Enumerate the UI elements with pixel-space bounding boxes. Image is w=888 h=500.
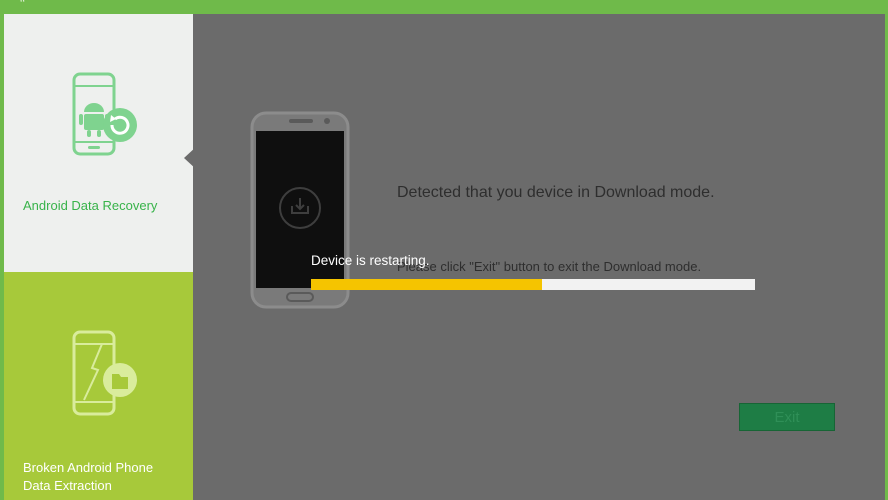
sidebar-item-label: Android Data Recovery xyxy=(23,198,158,213)
main-panel: Detected that you device in Download mod… xyxy=(193,14,885,500)
exit-hint-text: Please click "Exit" button to exit the D… xyxy=(397,259,702,274)
android-recovery-icon xyxy=(68,72,140,167)
progress-bar-fill xyxy=(311,279,542,290)
progress-status-text: Device is restarting. xyxy=(311,253,430,268)
detect-message: Detected that you device in Download mod… xyxy=(397,184,715,201)
broken-phone-icon xyxy=(68,330,140,425)
sidebar: Android Data Recovery Broken Android Pho… xyxy=(4,14,197,500)
title-bar: ʻʻ xyxy=(0,0,888,14)
sidebar-item-broken-android-phone[interactable]: Broken Android Phone Data Extraction xyxy=(4,272,193,500)
sidebar-item-android-data-recovery[interactable]: Android Data Recovery xyxy=(4,14,193,272)
sidebar-item-label: Broken Android Phone Data Extraction xyxy=(23,460,154,493)
exit-button[interactable]: Exit xyxy=(739,403,835,431)
app-logo-icon: ʻʻ xyxy=(20,0,25,10)
progress-bar xyxy=(311,279,755,290)
